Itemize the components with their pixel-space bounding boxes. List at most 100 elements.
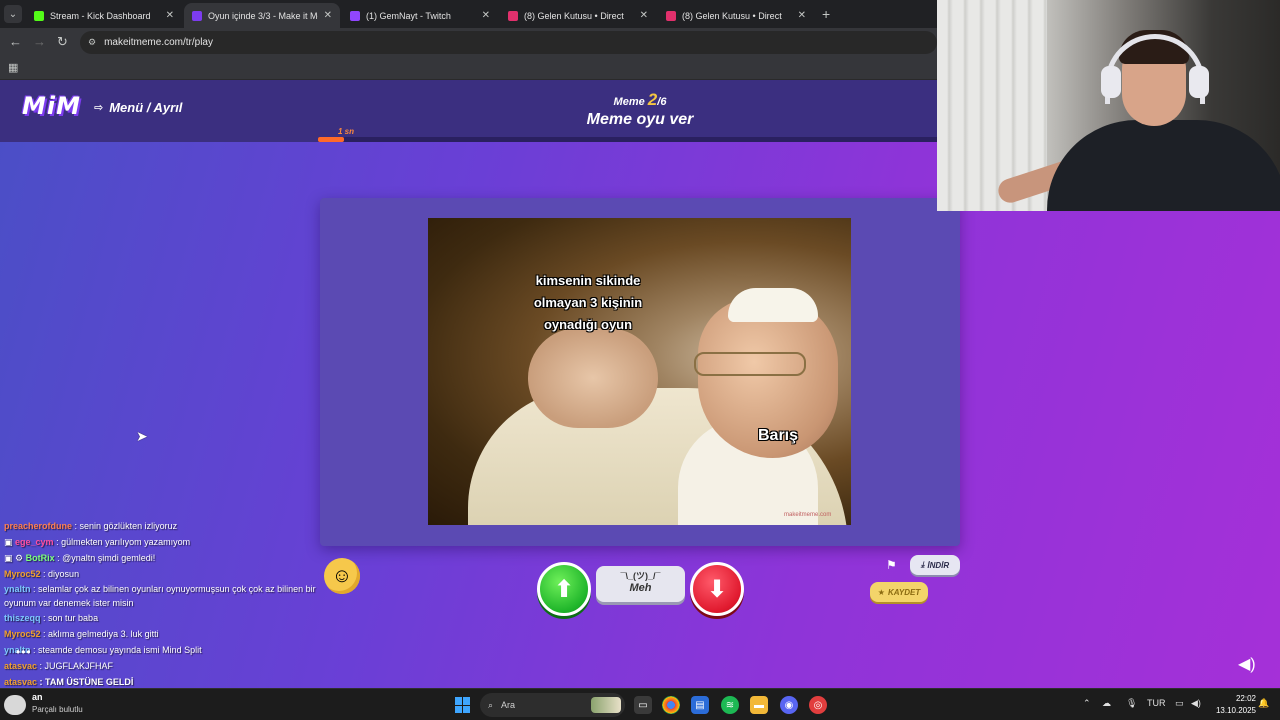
discord-icon[interactable]: ◉ bbox=[780, 696, 798, 714]
close-icon[interactable]: ✕ bbox=[166, 10, 174, 21]
address-bar[interactable]: ⚙ makeitmeme.com/tr/play bbox=[80, 31, 937, 54]
chat-text: : son tur baba bbox=[43, 613, 99, 623]
start-tile bbox=[463, 705, 470, 713]
download-button[interactable]: ⤓ İNDİR bbox=[910, 555, 960, 575]
vote-meh-button[interactable]: ¯\_(ツ)_/¯ Meh bbox=[596, 566, 685, 602]
mouse-cursor-icon: ➤ bbox=[136, 428, 148, 444]
chat-message: ▣ ⚙ BotRix : @ynaltn şimdi gemledi! bbox=[0, 550, 330, 566]
back-icon[interactable]: ← bbox=[9, 34, 22, 49]
system-clock[interactable]: 22:02 13.10.2025 bbox=[1212, 693, 1256, 717]
tab-twitch[interactable]: (1) GemNayt - Twitch ✕ bbox=[342, 3, 498, 28]
tab-search-button[interactable]: ⌄ bbox=[4, 5, 22, 23]
close-icon[interactable]: ✕ bbox=[798, 10, 806, 21]
taskbar-search[interactable]: ⌕ Ara bbox=[480, 693, 625, 717]
chat-message: ynaltn : selamlar çok az bilinen oyunlar… bbox=[0, 582, 330, 610]
shrug-text: ¯\_(ツ)_/¯ bbox=[620, 571, 661, 581]
round-current: 2 bbox=[647, 90, 658, 109]
close-icon[interactable]: ✕ bbox=[482, 10, 490, 21]
chat-username: BotRix bbox=[25, 553, 55, 563]
notification-bell-icon[interactable]: 🔔 bbox=[1258, 698, 1269, 709]
report-flag-icon[interactable]: ⚑ bbox=[886, 558, 897, 572]
search-placeholder: Ara bbox=[501, 700, 516, 710]
badge-icon: ▣ bbox=[4, 537, 13, 547]
round-total: /6 bbox=[657, 96, 667, 108]
chat-message: preacherofdune : senin gözlükten izliyor… bbox=[0, 518, 330, 534]
tab-title: (1) GemNayt - Twitch bbox=[366, 10, 451, 21]
download-icon: ⤓ bbox=[920, 560, 925, 569]
file-explorer-icon[interactable]: ▬ bbox=[750, 696, 768, 714]
more-dots-icon: ••• bbox=[16, 645, 32, 659]
task-view-icon[interactable]: ▭ bbox=[634, 696, 652, 714]
chat-username: Myroc52 bbox=[4, 629, 41, 639]
meme-watermark: makeitmeme.com bbox=[784, 512, 832, 518]
chat-message: Myroc52 : diyosun bbox=[0, 566, 330, 582]
timer-progress-track bbox=[318, 137, 962, 142]
chat-text: : steamde demosu yayında ismi Mind Split bbox=[33, 645, 202, 655]
instagram-icon bbox=[508, 10, 518, 21]
chat-text: : diyosun bbox=[43, 569, 80, 579]
new-tab-icon[interactable]: + bbox=[822, 6, 830, 22]
obs-icon[interactable]: ◎ bbox=[809, 696, 827, 714]
chat-message: thiszeqq : son tur baba bbox=[0, 610, 330, 626]
language-indicator[interactable]: TUR bbox=[1147, 698, 1166, 708]
forward-icon[interactable]: → bbox=[33, 34, 46, 49]
chat-username: Myroc52 bbox=[4, 569, 41, 579]
vote-up-button[interactable]: ⬆ bbox=[537, 562, 591, 616]
reload-icon[interactable]: ↻ bbox=[57, 34, 68, 50]
chat-message: ynaltn : steamde demosu yayında ismi Min… bbox=[0, 642, 330, 658]
twitch-icon bbox=[350, 10, 360, 21]
weather-widget[interactable] bbox=[4, 695, 26, 715]
meme-caption-line: oynadığı oyun bbox=[543, 317, 633, 332]
tab-title: (8) Gelen Kutusu • Direct bbox=[524, 10, 624, 21]
vote-meh-label: Meh bbox=[629, 582, 652, 594]
instagram-icon bbox=[666, 10, 676, 21]
site-info-icon[interactable]: ⚙ bbox=[88, 37, 96, 48]
weather-description: Parçalı bulutlu bbox=[32, 705, 83, 714]
meme-caption-line: kimsenin sikinde bbox=[535, 273, 641, 288]
menu-leave-link[interactable]: ⇨ Menü / Ayrıl bbox=[94, 100, 182, 115]
url-text: makeitmeme.com/tr/play bbox=[104, 37, 213, 48]
timer-progress-fill bbox=[318, 137, 344, 142]
bot-badge-icon: ▣ ⚙ bbox=[4, 553, 24, 563]
start-tile bbox=[455, 697, 462, 705]
round-info: Meme 2/6 Meme oyu ver bbox=[540, 90, 740, 129]
headset-earcup-left bbox=[1101, 66, 1121, 98]
vote-down-button[interactable]: ⬇ bbox=[690, 562, 744, 616]
chat-text: : selamlar çok az bilinen oyunları oynuy… bbox=[4, 584, 316, 608]
webcam-overlay bbox=[937, 0, 1280, 211]
chat-message: ▣ ege_cym : gülmekten yarılıyom yazamıyo… bbox=[0, 534, 330, 550]
round-title: Meme oyu ver bbox=[586, 111, 694, 128]
webcam-person-body bbox=[1047, 120, 1280, 211]
network-icon[interactable]: ▭ bbox=[1175, 698, 1184, 709]
tab-title: Stream - Kick Dashboard bbox=[50, 10, 151, 21]
chat-text: : senin gözlükten izliyoruz bbox=[74, 521, 178, 531]
tab-instagram-direct-2[interactable]: (8) Gelen Kutusu • Direct ✕ bbox=[658, 3, 814, 28]
tab-make-it-meme[interactable]: Oyun içinde 3/3 - Make it Meme ✕ bbox=[184, 3, 340, 28]
chrome-icon[interactable] bbox=[662, 696, 680, 714]
microphone-icon[interactable]: 🎙 bbox=[1126, 698, 1137, 709]
chat-username: ynaltn bbox=[4, 584, 31, 594]
chat-text: : TAM ÜSTÜNE GELDİ bbox=[39, 677, 134, 687]
windows-taskbar: an Parçalı bulutlu ⌕ Ara ▭ ▤ ≋ ▬ ◉ ◎ ⌃ ☁… bbox=[0, 688, 1280, 720]
store-icon[interactable]: ▤ bbox=[691, 696, 709, 714]
meme-figure-hands bbox=[528, 328, 658, 428]
mim-logo[interactable]: MiM bbox=[22, 92, 81, 120]
search-highlight-image bbox=[591, 697, 621, 713]
apps-grid-icon[interactable]: ▦ bbox=[8, 61, 18, 74]
mim-icon bbox=[192, 10, 202, 21]
volume-icon[interactable]: ◀) bbox=[1191, 698, 1201, 709]
windows-start-icon[interactable] bbox=[455, 697, 471, 713]
chat-text: : JUGFLAKJFHAF bbox=[39, 661, 114, 671]
tab-instagram-direct[interactable]: (8) Gelen Kutusu • Direct ✕ bbox=[500, 3, 656, 28]
start-tile bbox=[463, 697, 470, 705]
close-icon[interactable]: ✕ bbox=[324, 10, 332, 21]
speaker-icon[interactable]: ◀) bbox=[1238, 654, 1256, 674]
meme-figure-cap bbox=[728, 288, 818, 322]
spotify-icon[interactable]: ≋ bbox=[721, 696, 739, 714]
kick-icon bbox=[34, 10, 44, 21]
cloud-icon[interactable]: ☁ bbox=[1102, 698, 1111, 709]
close-icon[interactable]: ✕ bbox=[640, 10, 648, 21]
save-button[interactable]: ★ KAYDET bbox=[870, 582, 928, 602]
tab-kick-dashboard[interactable]: Stream - Kick Dashboard ✕ bbox=[26, 3, 182, 28]
chevron-up-icon[interactable]: ⌃ bbox=[1083, 698, 1091, 709]
